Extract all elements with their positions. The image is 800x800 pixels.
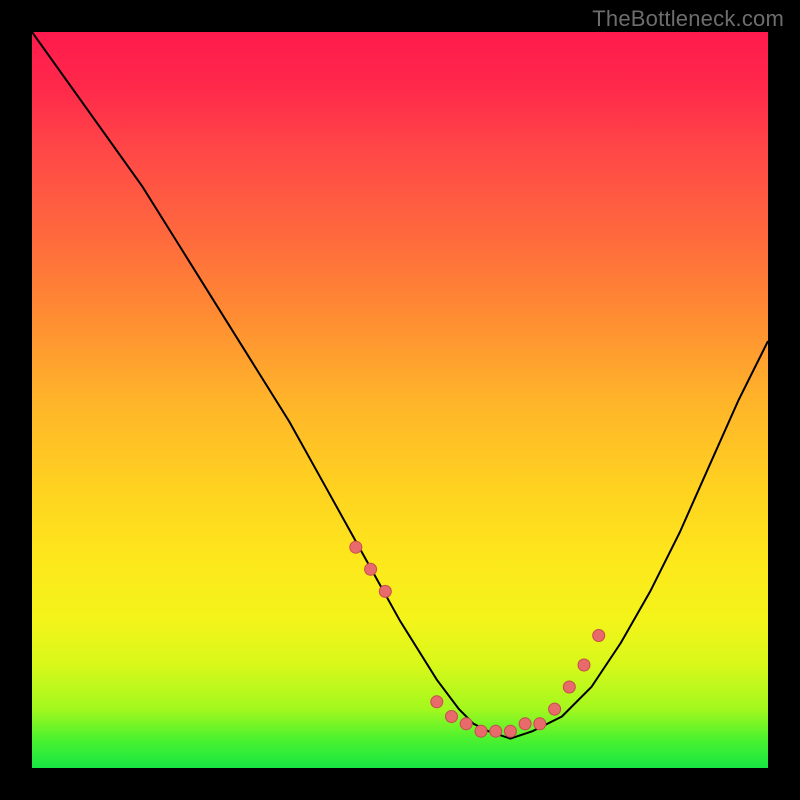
marker-layer xyxy=(350,541,605,737)
marker-dot xyxy=(593,630,605,642)
marker-dot xyxy=(365,563,377,575)
marker-dot xyxy=(578,659,590,671)
marker-dot xyxy=(446,711,458,723)
marker-dot xyxy=(475,725,487,737)
marker-dot xyxy=(350,541,362,553)
marker-dot xyxy=(490,725,502,737)
marker-dot xyxy=(549,703,561,715)
chart-overlay xyxy=(32,32,768,768)
marker-dot xyxy=(379,585,391,597)
marker-dot xyxy=(504,725,516,737)
watermark-text: TheBottleneck.com xyxy=(592,6,784,32)
chart-stage: TheBottleneck.com xyxy=(0,0,800,800)
marker-dot xyxy=(519,718,531,730)
marker-dot xyxy=(460,718,472,730)
marker-dot xyxy=(563,681,575,693)
bottleneck-curve xyxy=(32,32,768,739)
marker-dot xyxy=(431,696,443,708)
marker-dot xyxy=(534,718,546,730)
